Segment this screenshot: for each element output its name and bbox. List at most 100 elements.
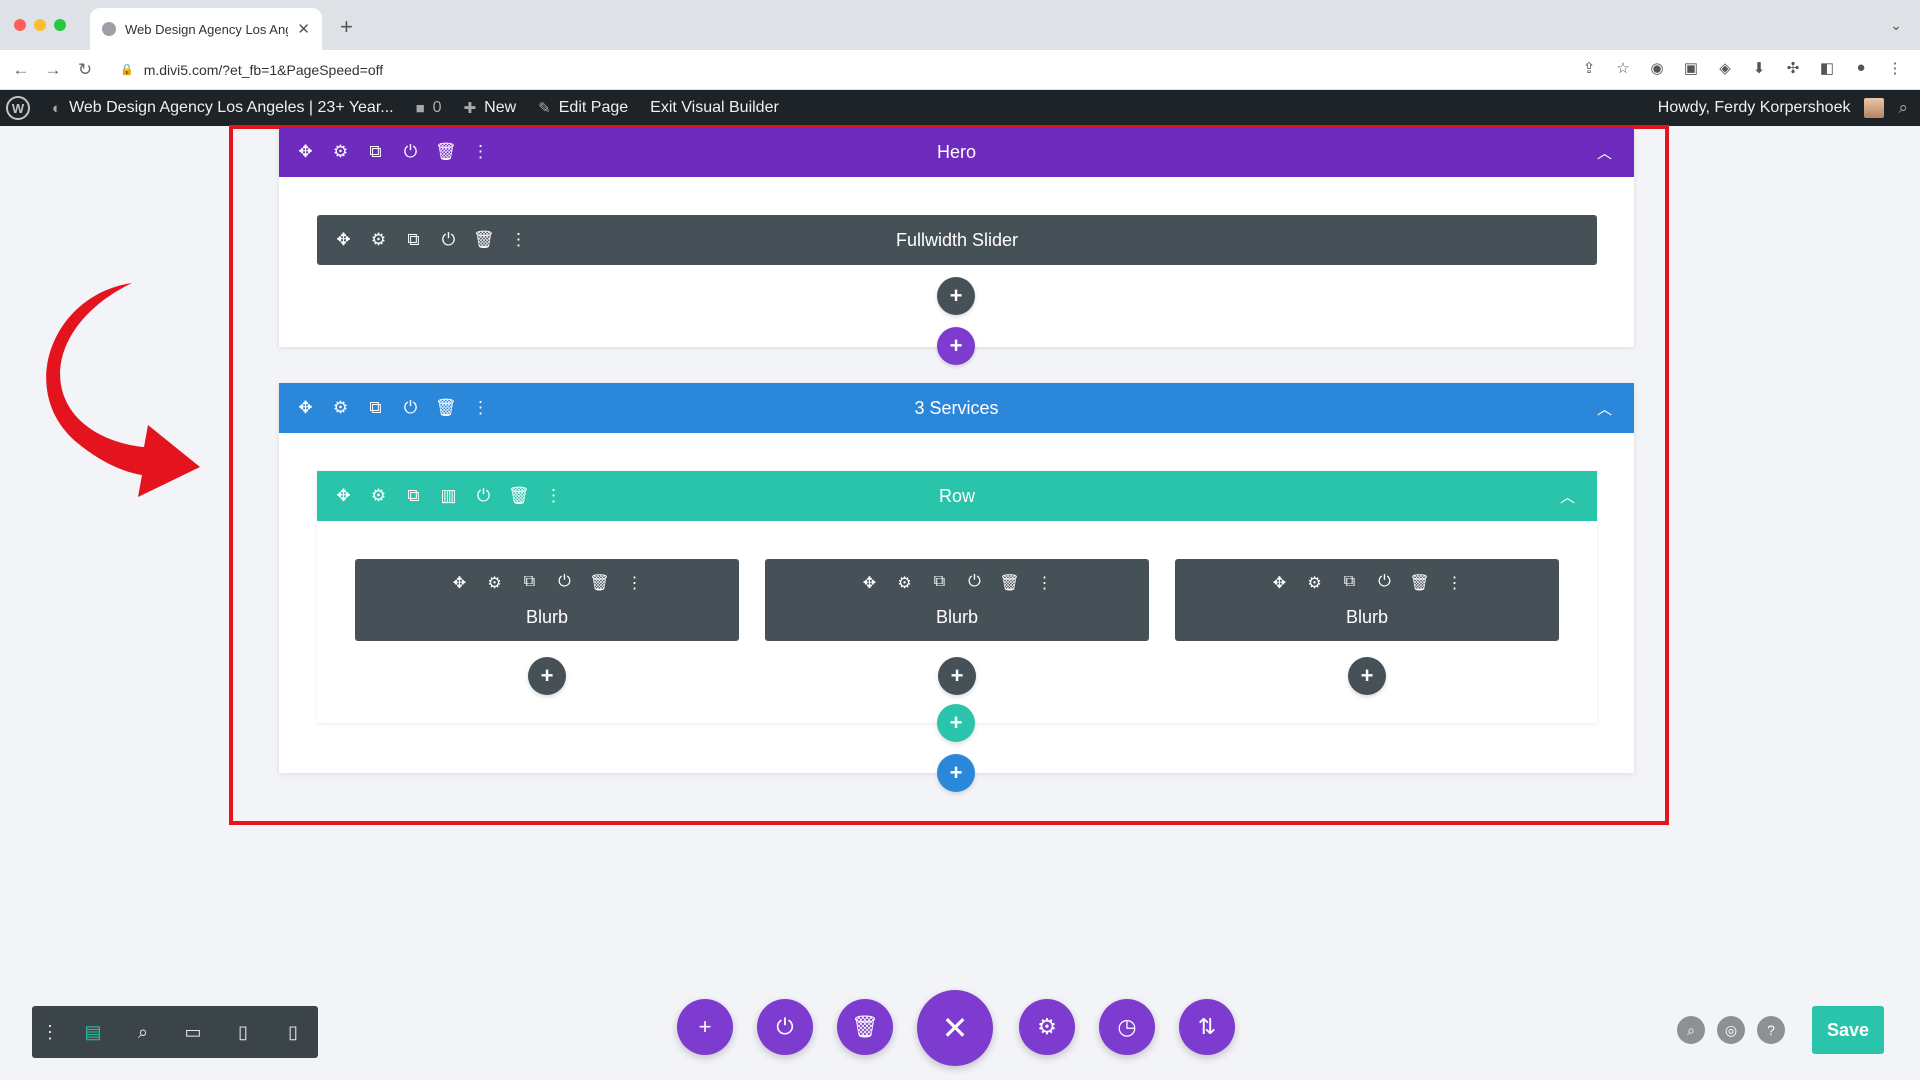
download-extension-icon[interactable]: ⬇ [1750,59,1768,77]
gear-icon[interactable]: ⚙ [330,398,351,418]
clear-layout-button[interactable]: 🗑 [837,999,893,1055]
zoom-window-button[interactable] [54,19,66,31]
howdy-user[interactable]: Howdy, Ferdy Korpershoek [1658,99,1851,117]
more-options-icon[interactable]: ⋮ [470,398,491,418]
wireframe-view-icon[interactable]: ▤ [68,1022,118,1043]
duplicate-icon[interactable]: ⧉ [519,573,540,593]
fullwidth-slider-module[interactable]: ✥ ⚙ ⧉ ⏻ 🗑 ⋮ Fullwidth Slider [317,215,1597,265]
more-options-icon[interactable]: ⋮ [1444,573,1465,593]
power-icon[interactable]: ⏻ [554,573,575,593]
add-module-button[interactable]: + [1348,657,1386,695]
gear-icon[interactable]: ⚙ [894,573,915,593]
duplicate-icon[interactable]: ⧉ [365,398,386,418]
edit-page-link[interactable]: ✎ Edit Page [538,99,628,117]
search-icon[interactable]: ⌕ [1898,98,1908,118]
wordpress-logo-icon[interactable]: W [6,96,30,120]
browser-tab[interactable]: Web Design Agency Los Angel ✕ [90,8,322,50]
reload-icon[interactable]: ↻ [70,60,100,80]
zoom-icon[interactable]: ⌕ [118,1022,168,1043]
back-icon[interactable]: ← [6,60,36,80]
share-icon[interactable]: ⇪ [1580,59,1598,77]
load-layout-button[interactable]: + [677,999,733,1055]
add-section-button[interactable]: + [937,327,975,365]
gear-icon[interactable]: ⚙ [368,486,389,506]
bookmark-star-icon[interactable]: ☆ [1614,59,1632,77]
history-icon[interactable]: ◷ [1099,999,1155,1055]
more-options-icon[interactable]: ⋮ [470,142,491,162]
hero-section-bar[interactable]: ✥ ⚙ ⧉ ⏻ 🗑 ⋮ Hero ︿ [279,127,1634,177]
profile-avatar-icon[interactable]: ● [1852,59,1870,77]
add-section-button[interactable]: + [937,754,975,792]
trash-icon[interactable]: 🗑 [435,142,457,162]
move-icon[interactable]: ✥ [295,398,316,418]
add-module-button[interactable]: + [528,657,566,695]
power-icon[interactable]: ⏻ [473,486,494,506]
gear-icon[interactable]: ⚙ [484,573,505,593]
portability-icon[interactable]: ⇅ [1179,999,1235,1055]
move-icon[interactable]: ✥ [1269,573,1290,593]
new-content-link[interactable]: ✚ New [464,99,517,117]
site-name-link[interactable]: ◐ Web Design Agency Los Angeles | 23+ Ye… [52,99,394,117]
duplicate-icon[interactable]: ⧉ [403,486,424,506]
trash-icon[interactable]: 🗑 [508,486,530,506]
tablet-view-icon[interactable]: ▯ [218,1022,268,1043]
services-section-bar[interactable]: ✥ ⚙ ⧉ ⏻ 🗑 ⋮ 3 Services ︿ [279,383,1634,433]
duplicate-icon[interactable]: ⧉ [929,573,950,593]
tab-search-icon[interactable]: ⌄ [1890,17,1902,34]
move-icon[interactable]: ✥ [449,573,470,593]
tab-close-icon[interactable]: ✕ [297,20,310,38]
blurb-module[interactable]: ✥ ⚙ ⧉ ⏻ 🗑 ⋮ Blurb [765,559,1149,641]
help-icon[interactable]: ? [1757,1016,1785,1044]
forward-icon[interactable]: → [38,60,68,80]
add-module-button[interactable]: + [938,657,976,695]
exit-visual-builder-link[interactable]: Exit Visual Builder [650,99,779,117]
trash-icon[interactable]: 🗑 [473,230,495,250]
trash-icon[interactable]: 🗑 [589,573,610,593]
move-icon[interactable]: ✥ [859,573,880,593]
user-avatar[interactable] [1864,98,1885,118]
new-tab-button[interactable]: + [340,14,353,40]
page-settings-menu-icon[interactable]: ⋮ [32,1022,68,1043]
close-settings-icon[interactable]: ✕ [917,990,993,1066]
browser-menu-icon[interactable]: ⋮ [1886,59,1904,77]
desktop-view-icon[interactable]: ▭ [168,1022,218,1043]
gear-icon[interactable]: ⚙ [368,230,389,250]
color-extension-icon[interactable]: ◉ [1648,59,1666,77]
address-bar[interactable]: 🔒 m.divi5.com/?et_fb=1&PageSpeed=off [120,62,383,78]
blurb-module[interactable]: ✥ ⚙ ⧉ ⏻ 🗑 ⋮ Blurb [355,559,739,641]
minimize-window-button[interactable] [34,19,46,31]
row-bar[interactable]: ✥ ⚙ ⧉ ▥ ⏻ 🗑 ⋮ Row ︿ [317,471,1597,521]
save-to-library-button[interactable]: ⏻ [757,999,813,1055]
trash-icon[interactable]: 🗑 [999,573,1020,593]
more-options-icon[interactable]: ⋮ [1034,573,1055,593]
power-icon[interactable]: ⏻ [400,398,421,418]
columns-icon[interactable]: ▥ [438,486,459,506]
add-row-button[interactable]: + [937,704,975,742]
trash-icon[interactable]: 🗑 [1409,573,1430,593]
more-options-icon[interactable]: ⋮ [508,230,529,250]
close-window-button[interactable] [14,19,26,31]
save-button[interactable]: Save [1812,1006,1884,1054]
blurb-module[interactable]: ✥ ⚙ ⧉ ⏻ 🗑 ⋮ Blurb [1175,559,1559,641]
move-icon[interactable]: ✥ [295,142,316,162]
chevron-up-icon[interactable]: ︿ [1597,398,1612,419]
move-icon[interactable]: ✥ [333,230,354,250]
more-options-icon[interactable]: ⋮ [624,573,645,593]
puzzle-extensions-icon[interactable]: ✣ [1784,59,1802,77]
chevron-up-icon[interactable]: ︿ [1560,486,1575,507]
duplicate-icon[interactable]: ⧉ [1339,573,1360,593]
power-icon[interactable]: ⏻ [1374,573,1395,593]
comments-link[interactable]: ■ 0 [416,99,442,117]
more-options-icon[interactable]: ⋮ [543,486,564,506]
add-module-button[interactable]: + [937,277,975,315]
phone-view-icon[interactable]: ▯ [268,1022,318,1043]
page-settings-gear-icon[interactable]: ⚙ [1019,999,1075,1055]
gear-icon[interactable]: ⚙ [1304,573,1325,593]
shield-extension-icon[interactable]: ◈ [1716,59,1734,77]
move-icon[interactable]: ✥ [333,486,354,506]
power-icon[interactable]: ⏻ [438,230,459,250]
power-icon[interactable]: ⏻ [964,573,985,593]
chevron-up-icon[interactable]: ︿ [1597,142,1612,163]
camera-extension-icon[interactable]: ▣ [1682,59,1700,77]
power-icon[interactable]: ⏻ [400,142,421,162]
